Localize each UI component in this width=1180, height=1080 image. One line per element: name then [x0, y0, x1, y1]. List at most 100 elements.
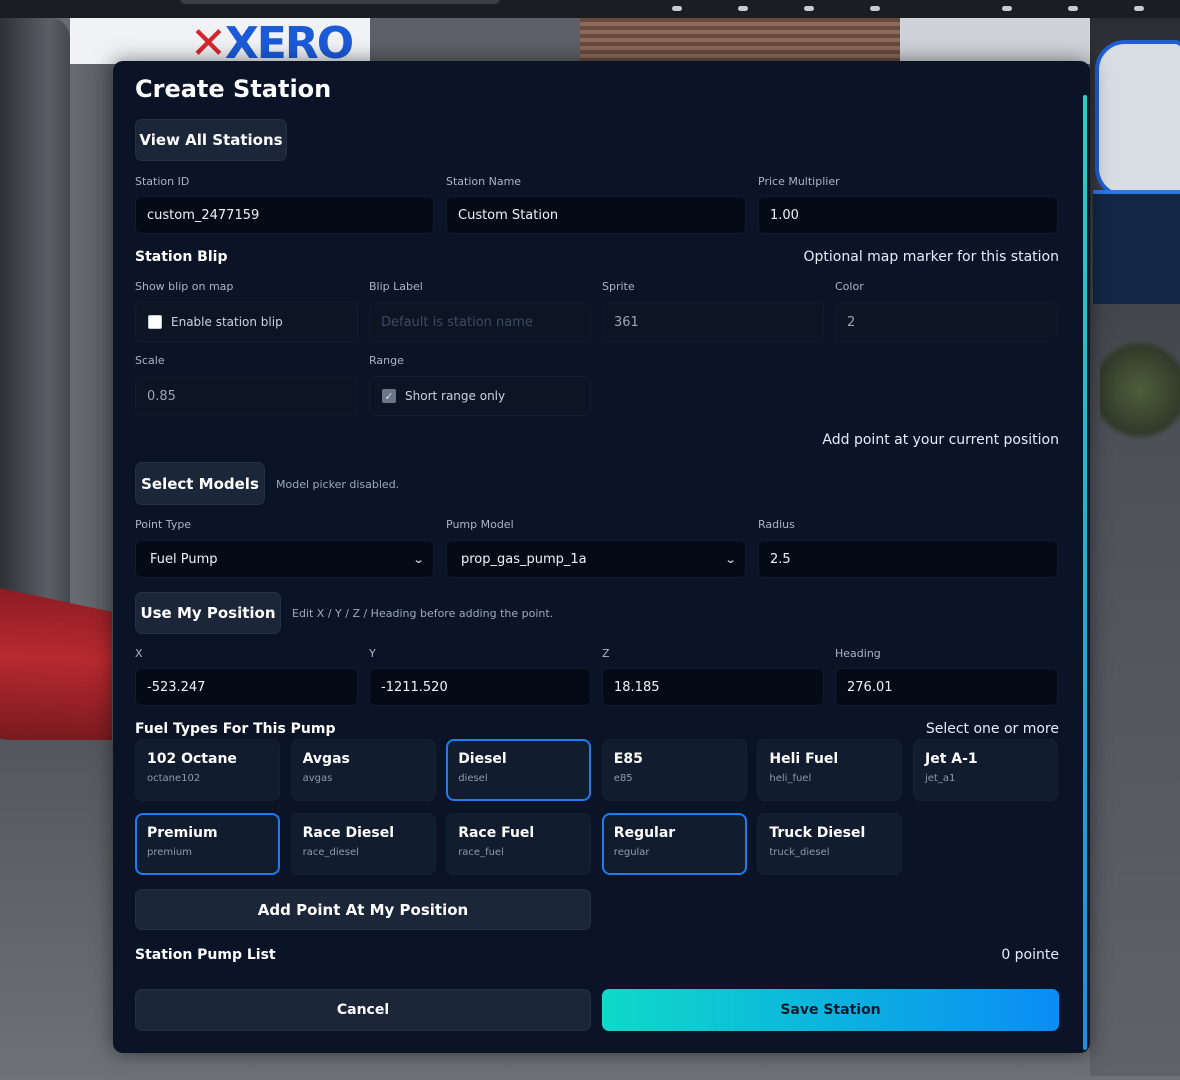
short-range-toggle[interactable]: Short range only — [369, 376, 591, 416]
short-range-text: Short range only — [405, 389, 506, 403]
create-station-panel: Create Station View All Stations Station… — [113, 61, 1090, 1053]
fuel-type-code: octane102 — [147, 773, 201, 784]
add-point-button[interactable]: Add Point At My Position — [135, 889, 591, 930]
fuel-type-name: Jet A-1 — [925, 751, 978, 767]
chevron-down-icon: ⌄ — [412, 552, 425, 566]
position-note: Edit X / Y / Z / Heading before adding t… — [292, 607, 554, 620]
pump-list-heading: Station Pump List — [135, 947, 276, 963]
x-label: X — [135, 647, 143, 660]
save-station-button[interactable]: Save Station — [602, 989, 1059, 1031]
z-label: Z — [602, 647, 610, 660]
station-name-input[interactable] — [446, 196, 746, 234]
game-top-dot — [870, 6, 880, 11]
color-input[interactable] — [835, 302, 1058, 342]
price-multiplier-input[interactable] — [758, 196, 1058, 234]
game-scene-sign-lower — [1093, 190, 1180, 304]
station-name-label: Station Name — [446, 175, 522, 188]
range-label: Range — [369, 354, 404, 367]
view-all-stations-button[interactable]: View All Stations — [135, 119, 287, 161]
x-input[interactable] — [135, 668, 358, 706]
y-label: Y — [369, 647, 376, 660]
game-scene-tree — [1100, 330, 1180, 450]
pump-model-label: Pump Model — [446, 518, 514, 531]
fuel-type-card[interactable]: Avgas avgas — [290, 739, 436, 801]
color-label: Color — [835, 280, 864, 293]
sprite-input[interactable] — [602, 302, 824, 342]
station-blip-hint: Optional map marker for this station — [803, 249, 1059, 265]
fuel-type-card[interactable]: Premium premium — [135, 813, 280, 875]
fuel-type-name: Avgas — [302, 751, 350, 767]
scale-input[interactable] — [135, 376, 358, 416]
fuel-type-name: E85 — [613, 751, 643, 767]
fuel-type-card[interactable]: E85 e85 — [601, 739, 747, 801]
game-top-dot — [738, 6, 748, 11]
fuel-type-code: e85 — [613, 773, 633, 784]
fuel-type-code: premium — [147, 847, 192, 858]
fuel-type-code: avgas — [302, 773, 333, 784]
pump-list-count: 0 pointe — [1001, 947, 1059, 963]
fuel-type-name: Premium — [147, 825, 218, 841]
fuel-type-name: Race Diesel — [302, 825, 395, 841]
fuel-type-code: heli_fuel — [769, 773, 812, 784]
station-blip-heading: Station Blip — [135, 249, 228, 265]
game-top-dot — [672, 6, 682, 11]
fuel-type-name: 102 Octane — [147, 751, 237, 767]
fuel-type-card[interactable]: Heli Fuel heli_fuel — [757, 739, 903, 801]
fuel-types-hint: Select one or more — [925, 721, 1059, 737]
heading-label: Heading — [835, 647, 881, 660]
fuel-type-name: Regular — [613, 825, 676, 841]
fuel-type-code: truck_diesel — [769, 847, 830, 858]
fuel-type-code: regular — [613, 847, 650, 858]
station-id-label: Station ID — [135, 175, 190, 188]
show-blip-label: Show blip on map — [135, 280, 234, 293]
radius-label: Radius — [758, 518, 795, 531]
fuel-type-card[interactable]: Jet A-1 jet_a1 — [913, 739, 1058, 801]
page-title: Create Station — [135, 75, 332, 103]
y-input[interactable] — [369, 668, 591, 706]
fuel-type-code: race_diesel — [302, 847, 359, 858]
fuel-type-code: race_fuel — [458, 847, 504, 858]
fuel-type-name: Truck Diesel — [769, 825, 866, 841]
fuel-type-card[interactable]: Regular regular — [601, 813, 747, 875]
point-type-select[interactable]: Fuel Pump ⌄ — [135, 540, 434, 578]
blip-label-input[interactable] — [369, 302, 591, 342]
pump-model-select[interactable]: prop_gas_pump_1a ⌄ — [446, 540, 746, 578]
use-my-position-button[interactable]: Use My Position — [135, 592, 281, 634]
scale-label: Scale — [135, 354, 165, 367]
fuel-type-name: Race Fuel — [458, 825, 535, 841]
chevron-down-icon: ⌄ — [724, 552, 737, 566]
point-type-label: Point Type — [135, 518, 192, 531]
station-id-input[interactable] — [135, 196, 434, 234]
pump-model-value: prop_gas_pump_1a — [461, 551, 587, 567]
enable-blip-text: Enable station blip — [171, 315, 283, 329]
sprite-label: Sprite — [602, 280, 635, 293]
fuel-type-card[interactable]: Race Diesel race_diesel — [290, 813, 436, 875]
panel-scrollbar[interactable] — [1083, 95, 1087, 1050]
game-scene-curb — [0, 588, 112, 762]
point-type-value: Fuel Pump — [150, 551, 218, 567]
heading-input[interactable] — [835, 668, 1058, 706]
enable-blip-checkbox[interactable] — [148, 315, 162, 329]
game-top-dot — [1002, 6, 1012, 11]
cancel-button[interactable]: Cancel — [135, 989, 591, 1031]
fuel-type-card[interactable]: Truck Diesel truck_diesel — [757, 813, 903, 875]
fuel-type-card[interactable]: Diesel diesel — [446, 739, 592, 801]
fuel-type-name: Diesel — [458, 751, 507, 767]
fuel-type-card[interactable]: 102 Octane octane102 — [135, 739, 280, 801]
fuel-types-heading: Fuel Types For This Pump — [135, 721, 336, 737]
fuel-type-code: jet_a1 — [925, 773, 956, 784]
price-multiplier-label: Price Multiplier — [758, 175, 840, 188]
blip-label-label: Blip Label — [369, 280, 423, 293]
enable-blip-toggle[interactable]: Enable station blip — [135, 302, 358, 342]
radius-input[interactable] — [758, 540, 1058, 578]
z-input[interactable] — [602, 668, 824, 706]
short-range-checkbox[interactable] — [382, 389, 396, 403]
fuel-type-card[interactable]: Race Fuel race_fuel — [446, 813, 592, 875]
game-scene-sign — [1095, 40, 1180, 198]
game-top-pill — [180, 0, 500, 4]
add-point-hint: Add point at your current position — [822, 432, 1059, 448]
game-scene-shopfront — [580, 18, 900, 64]
fuel-type-code: diesel — [458, 773, 488, 784]
select-models-button[interactable]: Select Models — [135, 462, 265, 505]
model-picker-note: Model picker disabled. — [276, 478, 400, 491]
